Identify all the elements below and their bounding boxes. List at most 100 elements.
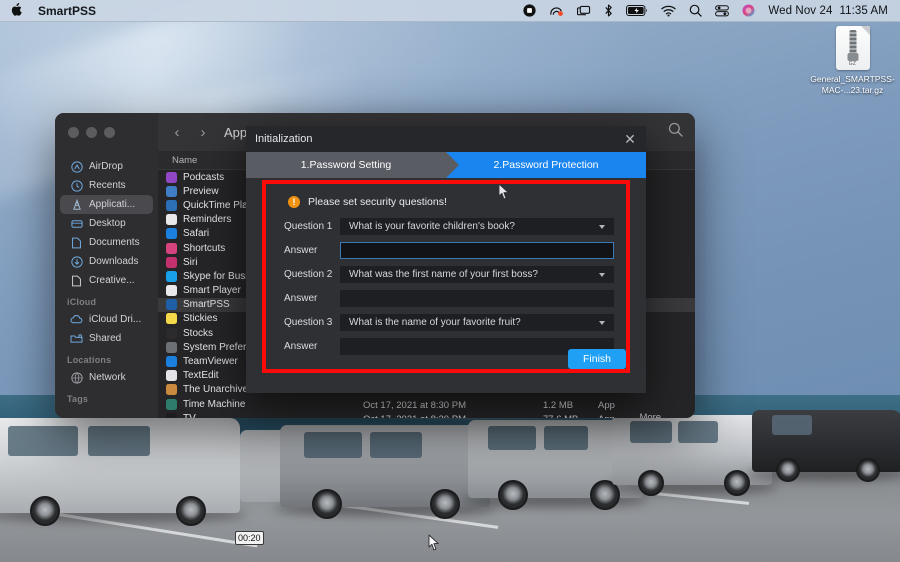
close-icon[interactable]: ✕ xyxy=(623,132,637,146)
app-icon xyxy=(166,328,177,339)
sidebar-item-label: Desktop xyxy=(89,218,126,229)
finish-button[interactable]: Finish xyxy=(568,349,626,369)
sidebar-item-shared[interactable]: Shared xyxy=(60,329,153,348)
file-meta-row: Oct 17, 2021 at 8:30 PM77.6 MBApp xyxy=(158,412,695,418)
file-date: Oct 17, 2021 at 8:30 PM xyxy=(363,400,466,411)
chevron-down-icon[interactable] xyxy=(599,225,605,229)
finder-search-icon[interactable] xyxy=(668,122,683,142)
initialization-dialog[interactable]: Initialization ✕ 1.Password Setting 2.Pa… xyxy=(246,126,646,393)
file-name: Reminders xyxy=(183,214,231,225)
mouse-cursor-secondary xyxy=(428,534,440,556)
displays-icon[interactable] xyxy=(577,5,591,17)
tab-password-setting[interactable]: 1.Password Setting xyxy=(246,152,446,178)
app-icon xyxy=(166,228,177,239)
sidebar-item-applicati[interactable]: Applicati... xyxy=(60,195,153,214)
sidebar-item-creative[interactable]: Creative... xyxy=(60,271,153,290)
file-size: 1.2 MB xyxy=(543,400,573,411)
control-center-icon[interactable] xyxy=(715,5,729,17)
forward-button[interactable]: › xyxy=(196,124,210,141)
dialog-body: ! Please set security questions! Questio… xyxy=(266,184,626,369)
sidebar-section-tags: Tags xyxy=(55,387,158,407)
cloud-icon xyxy=(70,313,83,326)
answer-input[interactable] xyxy=(340,290,614,307)
siri-icon[interactable] xyxy=(742,4,755,17)
chevron-down-icon[interactable] xyxy=(599,273,605,277)
answer-input[interactable] xyxy=(340,242,614,259)
file-name: Safari xyxy=(183,228,209,239)
wifi-icon[interactable] xyxy=(661,5,676,17)
sidebar-item-airdrop[interactable]: AirDrop xyxy=(60,157,153,176)
dialog-step-tabs: 1.Password Setting 2.Password Protection xyxy=(246,152,646,178)
file-name: SmartPSS xyxy=(183,299,230,310)
battery-icon[interactable] xyxy=(626,5,648,16)
file-kind: App xyxy=(598,400,615,411)
record-icon[interactable] xyxy=(523,4,536,17)
file-name: Smart Player xyxy=(183,285,241,296)
app-icon xyxy=(166,384,177,395)
question-select-value: What was the first name of your first bo… xyxy=(349,269,538,280)
warning-banner: ! Please set security questions! xyxy=(288,196,614,208)
mouse-cursor xyxy=(498,183,510,205)
file-size: 77.6 MB xyxy=(543,414,578,419)
dialog-title: Initialization xyxy=(255,133,312,145)
form-label: Answer xyxy=(278,293,340,304)
minimize-window-button[interactable] xyxy=(86,127,97,138)
app-icon xyxy=(166,342,177,353)
sidebar-item-label: Documents xyxy=(89,237,140,248)
file-name: Siri xyxy=(183,257,197,268)
sidebar-item-iclouddri[interactable]: iCloud Dri... xyxy=(60,310,153,329)
app-icon xyxy=(166,200,177,211)
form-label: Answer xyxy=(278,245,340,256)
screen-recording-icon[interactable] xyxy=(549,4,564,17)
sidebar-section-icloud: iCloud xyxy=(55,290,158,310)
sidebar-item-label: iCloud Dri... xyxy=(89,314,141,325)
sidebar-item-label: Recents xyxy=(89,180,126,191)
clock-icon xyxy=(70,179,83,192)
bluetooth-icon[interactable] xyxy=(604,4,613,17)
form-label: Question 3 xyxy=(278,317,340,328)
app-icon xyxy=(166,285,177,296)
applications-icon xyxy=(70,198,83,211)
tab-password-protection-label: 2.Password Protection xyxy=(493,159,598,171)
sidebar-item-label: Network xyxy=(89,372,126,383)
file-kind: App xyxy=(598,414,615,419)
desktop-file-item[interactable]: GZ General_SMARTPSS-MAC-...23.tar.gz xyxy=(805,26,900,95)
column-header-name[interactable]: Name xyxy=(158,155,197,166)
form-label: Question 1 xyxy=(278,221,340,232)
tab-password-protection[interactable]: 2.Password Protection xyxy=(446,152,646,178)
more-link[interactable]: More... xyxy=(639,412,669,418)
sidebar-item-desktop[interactable]: Desktop xyxy=(60,214,153,233)
dialog-titlebar: Initialization ✕ xyxy=(246,126,646,152)
app-icon xyxy=(166,313,177,324)
sidebar-item-documents[interactable]: Documents xyxy=(60,233,153,252)
sidebar-item-label: Creative... xyxy=(89,275,135,286)
menubar-clock[interactable]: Wed Nov 24 11:35 AM xyxy=(768,5,888,17)
sidebar-item-downloads[interactable]: Downloads xyxy=(60,252,153,271)
gz-archive-icon: GZ xyxy=(836,26,870,70)
question-select[interactable]: What was the first name of your first bo… xyxy=(340,266,614,283)
maximize-window-button[interactable] xyxy=(104,127,115,138)
desktop-file-name: General_SMARTPSS-MAC-...23.tar.gz xyxy=(807,74,899,95)
sidebar-item-recents[interactable]: Recents xyxy=(60,176,153,195)
app-icon xyxy=(166,172,177,183)
app-icon xyxy=(166,271,177,282)
finder-sidebar: AirDrop Recents Applicati... Desktop Documen… xyxy=(55,151,158,418)
chevron-down-icon[interactable] xyxy=(599,321,605,325)
form-row: Answer xyxy=(278,290,614,307)
sidebar-item-label: Downloads xyxy=(89,256,138,267)
sidebar-item-network[interactable]: Network xyxy=(60,368,153,387)
question-select[interactable]: What is your favorite children's book? xyxy=(340,218,614,235)
active-app-name[interactable]: SmartPSS xyxy=(38,4,96,18)
app-icon xyxy=(166,299,177,310)
close-window-button[interactable] xyxy=(68,127,79,138)
dialog-footer: Finish xyxy=(266,349,626,369)
question-select[interactable]: What is the name of your favorite fruit? xyxy=(340,314,614,331)
macos-menu-bar: SmartPSS Wed Nov 24 11:3 xyxy=(0,0,900,22)
apple-menu-icon[interactable] xyxy=(11,3,22,18)
file-name: The Unarchiver xyxy=(183,384,251,395)
search-icon[interactable] xyxy=(689,4,702,17)
back-button[interactable]: ‹ xyxy=(170,124,184,141)
downloads-icon xyxy=(70,255,83,268)
question-select-value: What is the name of your favorite fruit? xyxy=(349,317,521,328)
app-icon xyxy=(166,214,177,225)
